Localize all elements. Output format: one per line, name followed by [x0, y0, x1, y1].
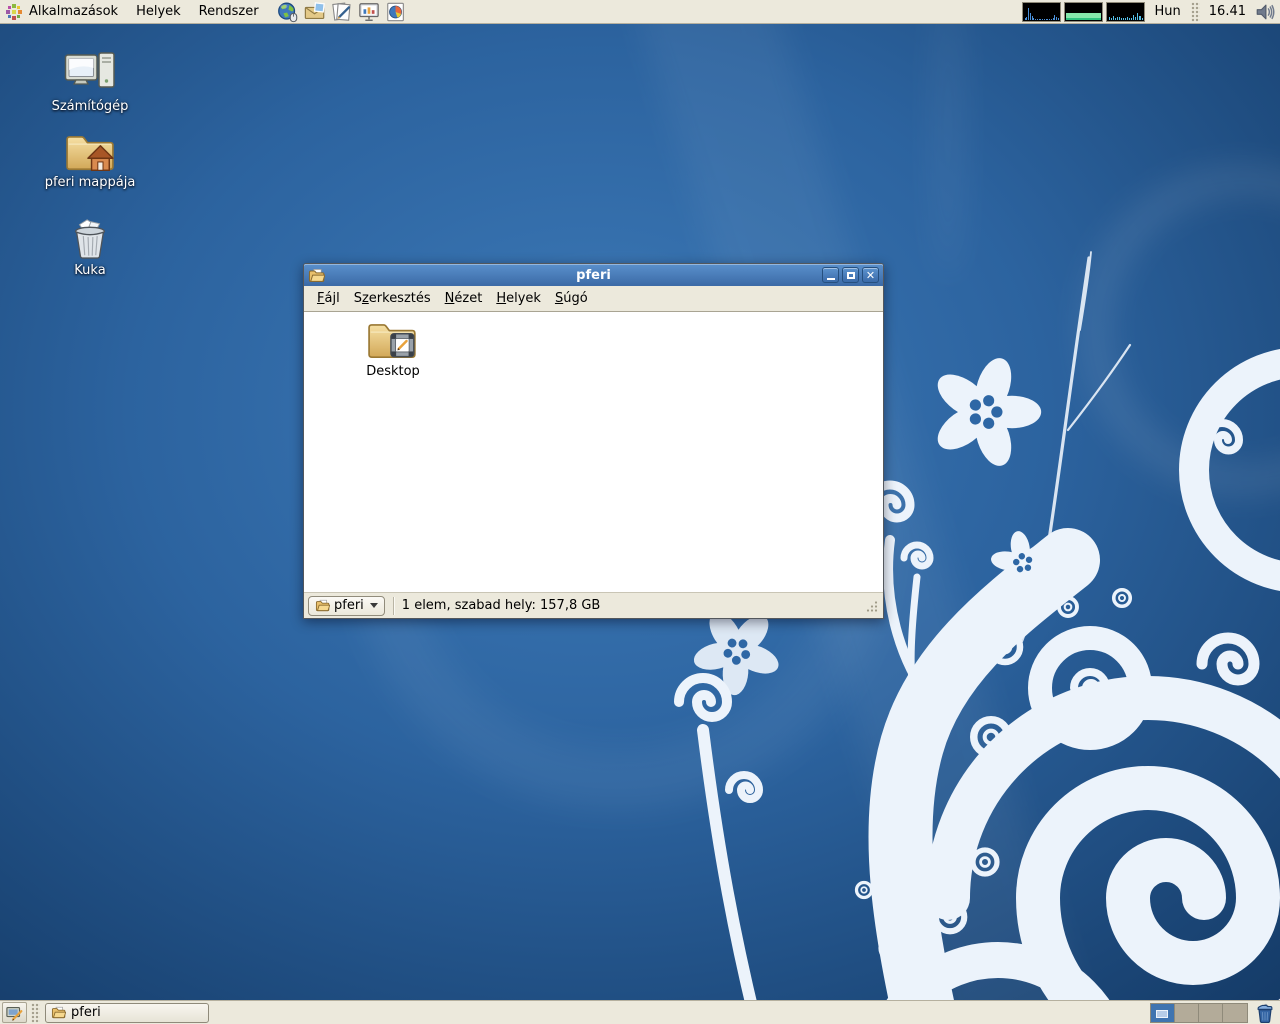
window-titlebar[interactable]: pferi ✕ — [304, 264, 883, 286]
workspace-1[interactable] — [1151, 1004, 1175, 1022]
volume-speaker-icon[interactable] — [1253, 0, 1277, 24]
window-title: pferi — [304, 268, 883, 283]
file-view[interactable]: Desktop — [304, 312, 883, 592]
file-item-desktop[interactable]: Desktop — [341, 318, 445, 379]
show-desktop-button[interactable] — [2, 1002, 27, 1023]
statusbar-separator — [393, 597, 394, 615]
computer-icon — [64, 50, 116, 96]
menu-edit[interactable]: Szerkesztés — [347, 286, 438, 311]
keyboard-layout-indicator[interactable]: Hun — [1145, 4, 1189, 19]
desktop-icon-label: Kuka — [28, 263, 152, 278]
system-menu-label: Rendszer — [199, 4, 259, 19]
statusbar-text: 1 elem, szabad hely: 157,8 GB — [402, 598, 601, 613]
file-item-label: Desktop — [341, 364, 445, 379]
home-folder-icon — [65, 130, 115, 172]
workspace-3[interactable] — [1199, 1004, 1223, 1022]
minimize-button[interactable] — [822, 267, 839, 283]
workspace-switcher — [1150, 1003, 1248, 1023]
distributor-logo-icon — [5, 3, 23, 21]
window-statusbar: pferi 1 elem, szabad hely: 157,8 GB — [304, 592, 883, 618]
menu-help[interactable]: Súgó — [548, 286, 595, 311]
clock[interactable]: 16.41 — [1202, 4, 1253, 19]
close-button[interactable]: ✕ — [862, 267, 879, 283]
show-desktop-icon — [6, 1004, 24, 1022]
location-button-label: pferi — [334, 598, 364, 613]
location-breadcrumb-button[interactable]: pferi — [308, 596, 385, 616]
bottom-panel: pferi — [0, 1000, 1280, 1024]
dropdown-caret-icon — [370, 603, 378, 608]
word-processor-icon[interactable] — [330, 0, 354, 24]
desktop-folder-icon — [367, 318, 419, 362]
top-panel: Alkalmazások Helyek Rendszer — [0, 0, 1280, 24]
system-menu[interactable]: Rendszer — [190, 0, 268, 23]
network-monitor-applet[interactable] — [1106, 2, 1145, 22]
file-manager-window: pferi ✕ Fájl Szerkesztés Nézet Helyek Sú… — [303, 263, 884, 619]
maximize-button[interactable] — [842, 267, 859, 283]
applet-drag-handle[interactable] — [1191, 2, 1200, 22]
trash-icon — [67, 216, 113, 260]
task-folder-icon — [51, 1006, 66, 1019]
spreadsheet-icon[interactable] — [384, 0, 408, 24]
taskbar-window-button[interactable]: pferi — [45, 1003, 209, 1023]
memory-line — [1066, 18, 1101, 20]
resize-grip[interactable] — [866, 600, 878, 612]
desktop-icon-home-folder[interactable]: pferi mappája — [28, 130, 152, 190]
trash-applet-icon[interactable] — [1253, 1001, 1277, 1024]
desktop-icon-label: Számítógép — [28, 99, 152, 114]
desktop-icon-label: pferi mappája — [28, 175, 152, 190]
desktop-icon-computer[interactable]: Számítógép — [28, 50, 152, 114]
menu-view[interactable]: Nézet — [438, 286, 490, 311]
desktop-icon-trash[interactable]: Kuka — [28, 216, 152, 278]
places-menu-label: Helyek — [136, 4, 181, 19]
taskbar-window-label: pferi — [71, 1005, 101, 1020]
presentation-icon[interactable] — [357, 0, 381, 24]
email-client-icon[interactable] — [303, 0, 327, 24]
window-menubar: Fájl Szerkesztés Nézet Helyek Súgó — [304, 286, 883, 312]
workspace-4[interactable] — [1223, 1004, 1247, 1022]
workspace-2[interactable] — [1175, 1004, 1199, 1022]
web-browser-icon[interactable] — [276, 0, 300, 24]
memory-monitor-applet[interactable] — [1064, 2, 1103, 22]
workspace-window-thumbnail — [1156, 1010, 1168, 1018]
places-menu[interactable]: Helyek — [127, 0, 190, 23]
menu-file[interactable]: Fájl — [310, 286, 347, 311]
location-folder-icon — [315, 599, 330, 612]
menu-places[interactable]: Helyek — [489, 286, 548, 311]
applications-menu-label: Alkalmazások — [29, 4, 118, 19]
applications-menu[interactable]: Alkalmazások — [0, 0, 127, 23]
window-list-drag-handle[interactable] — [31, 1003, 40, 1023]
cpu-monitor-applet[interactable] — [1022, 2, 1061, 22]
panel-launchers — [276, 0, 408, 24]
